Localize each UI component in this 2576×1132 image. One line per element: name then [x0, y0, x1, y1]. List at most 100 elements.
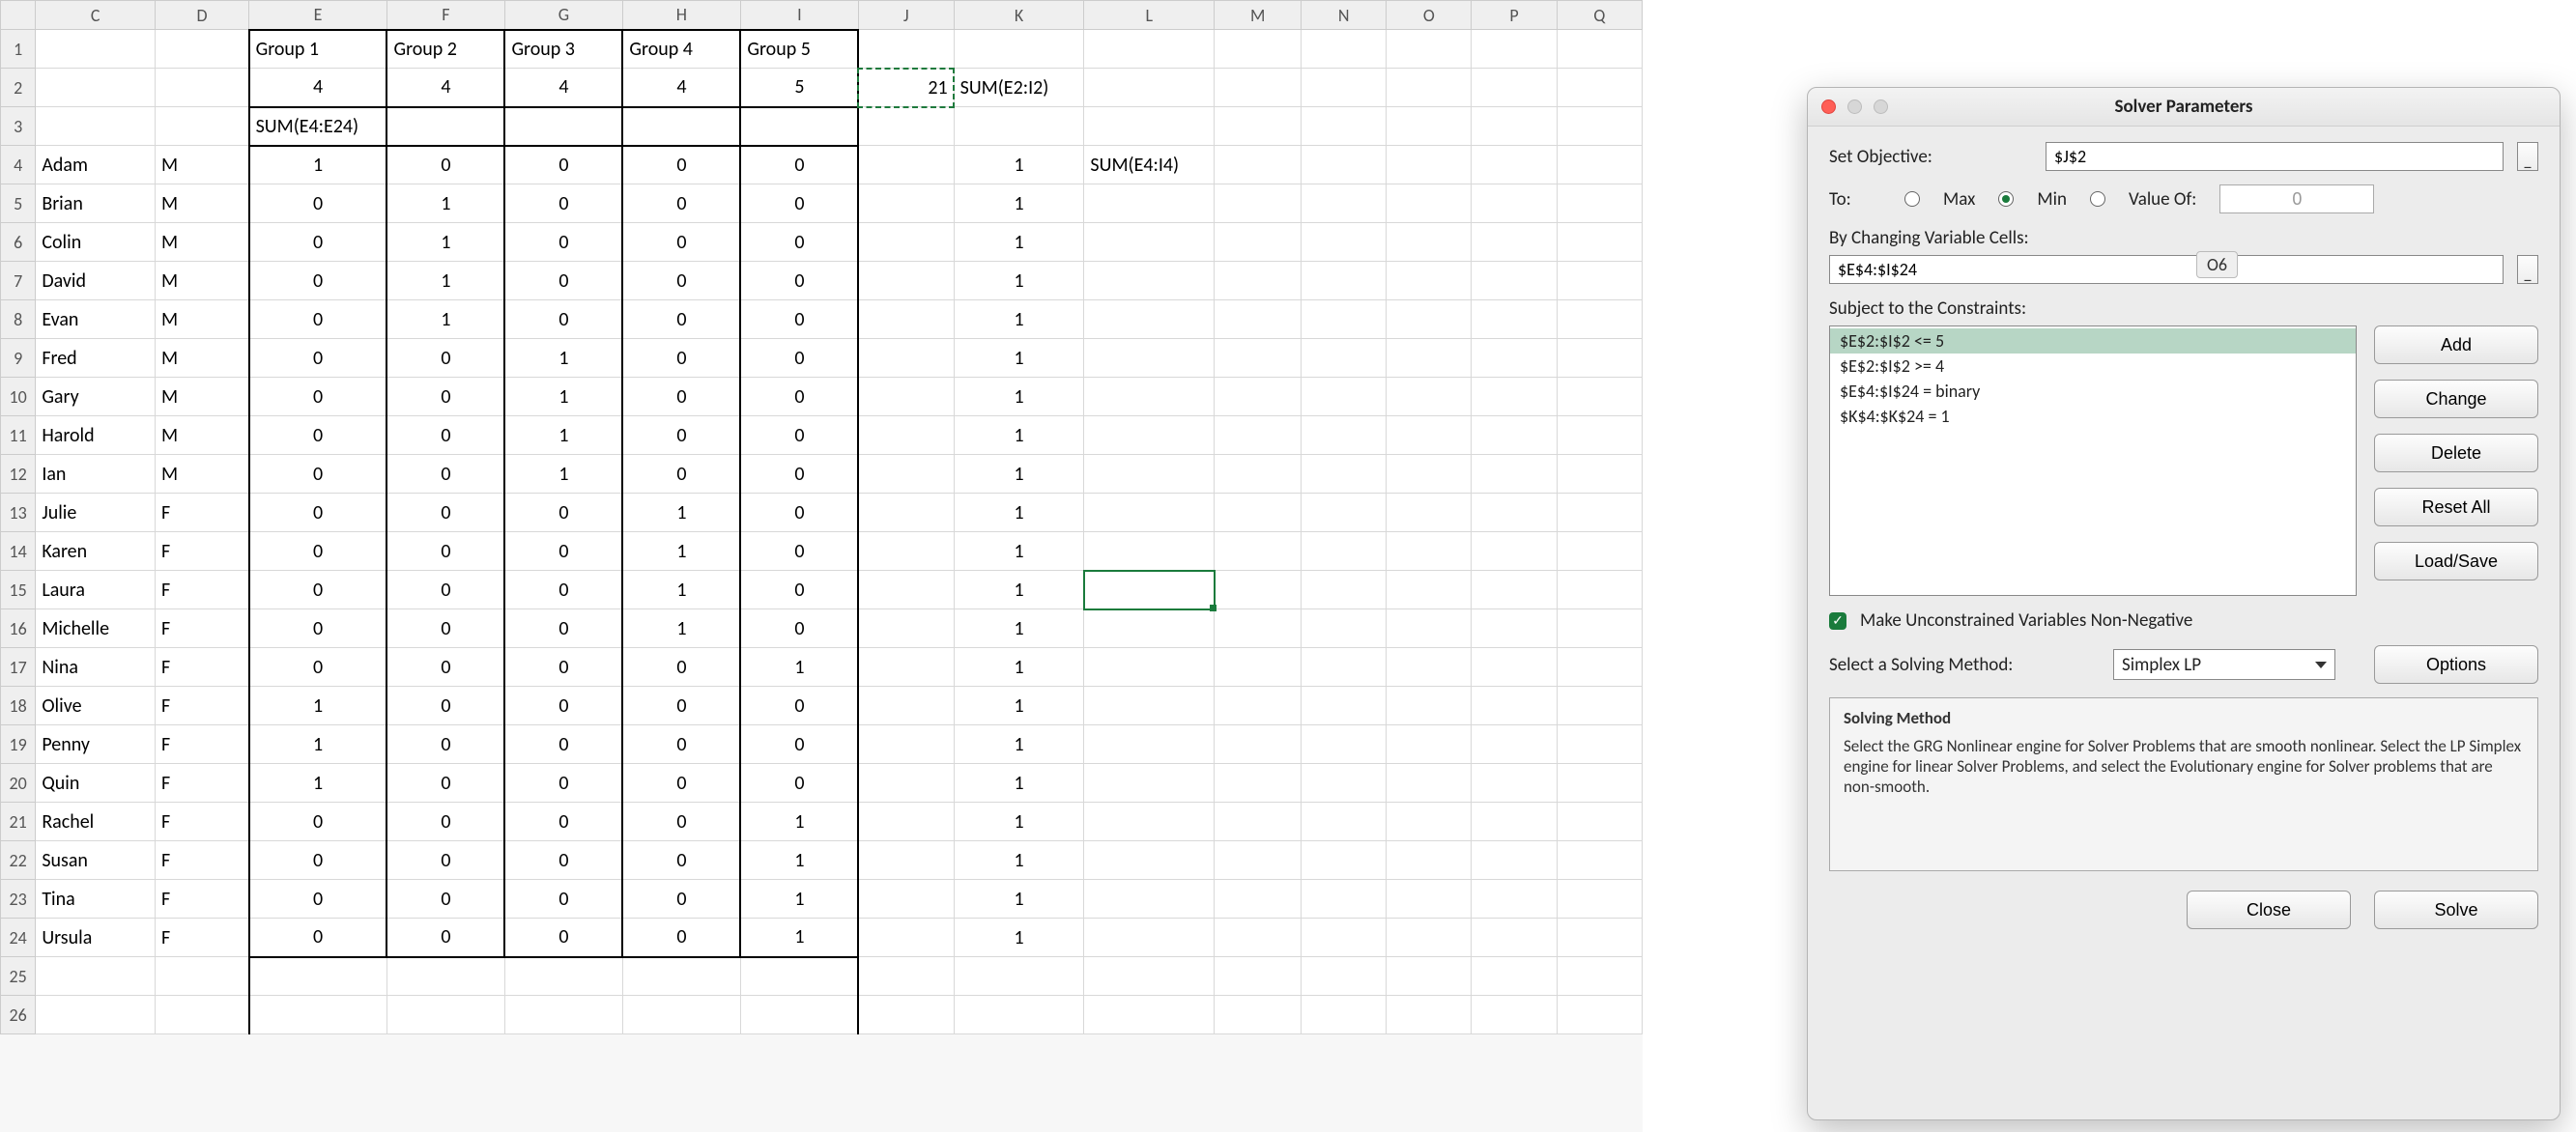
cell-F9[interactable]: 0	[386, 339, 504, 378]
cell-E20[interactable]: 1	[249, 764, 387, 803]
cell-L17[interactable]	[1084, 648, 1215, 687]
cell-M4[interactable]	[1215, 146, 1302, 184]
cell-N19[interactable]	[1302, 725, 1387, 764]
cell-C21[interactable]: Rachel	[36, 803, 156, 841]
resetall-button[interactable]: Reset All	[2374, 488, 2538, 526]
cell-C16[interactable]: Michelle	[36, 609, 156, 648]
cell-C19[interactable]: Penny	[36, 725, 156, 764]
cell-Q19[interactable]	[1557, 725, 1642, 764]
cell-D25[interactable]	[155, 957, 248, 996]
cell-J22[interactable]	[858, 841, 954, 880]
cell-L2[interactable]	[1084, 69, 1215, 107]
cell-E14[interactable]: 0	[249, 532, 387, 571]
cell-E21[interactable]: 0	[249, 803, 387, 841]
cell-N18[interactable]	[1302, 687, 1387, 725]
cell-O25[interactable]	[1387, 957, 1472, 996]
cell-G13[interactable]: 0	[504, 494, 622, 532]
cell-D14[interactable]: F	[155, 532, 248, 571]
cell-L6[interactable]	[1084, 223, 1215, 262]
cell-L12[interactable]	[1084, 455, 1215, 494]
cell-P2[interactable]	[1472, 69, 1557, 107]
cell-E8[interactable]: 0	[249, 300, 387, 339]
cell-D20[interactable]: F	[155, 764, 248, 803]
cell-N21[interactable]	[1302, 803, 1387, 841]
cell-O5[interactable]	[1387, 184, 1472, 223]
cell-O4[interactable]	[1387, 146, 1472, 184]
cell-I12[interactable]: 0	[740, 455, 858, 494]
cell-Q22[interactable]	[1557, 841, 1642, 880]
cell-Q25[interactable]	[1557, 957, 1642, 996]
cell-K7[interactable]: 1	[954, 262, 1084, 300]
cell-D24[interactable]: F	[155, 919, 248, 957]
cell-P8[interactable]	[1472, 300, 1557, 339]
cell-M16[interactable]	[1215, 609, 1302, 648]
cell-H8[interactable]: 0	[622, 300, 740, 339]
options-button[interactable]: Options	[2374, 645, 2538, 684]
cell-M8[interactable]	[1215, 300, 1302, 339]
cell-D1[interactable]	[155, 30, 248, 69]
cell-N17[interactable]	[1302, 648, 1387, 687]
cell-P16[interactable]	[1472, 609, 1557, 648]
cell-K1[interactable]	[954, 30, 1084, 69]
cell-H10[interactable]: 0	[622, 378, 740, 416]
cell-K15[interactable]: 1	[954, 571, 1084, 609]
cell-I17[interactable]: 1	[740, 648, 858, 687]
cell-K11[interactable]: 1	[954, 416, 1084, 455]
cell-C23[interactable]: Tina	[36, 880, 156, 919]
constraint-item[interactable]: $K$4:$K$24 = 1	[1830, 404, 2356, 429]
cell-G24[interactable]: 0	[504, 919, 622, 957]
cell-I16[interactable]: 0	[740, 609, 858, 648]
cell-H26[interactable]	[622, 996, 740, 1034]
cell-H6[interactable]: 0	[622, 223, 740, 262]
cell-M21[interactable]	[1215, 803, 1302, 841]
cell-Q17[interactable]	[1557, 648, 1642, 687]
cell-G10[interactable]: 1	[504, 378, 622, 416]
cell-O18[interactable]	[1387, 687, 1472, 725]
cell-M5[interactable]	[1215, 184, 1302, 223]
cell-C4[interactable]: Adam	[36, 146, 156, 184]
cell-J2[interactable]: 21	[858, 69, 954, 107]
cell-M20[interactable]	[1215, 764, 1302, 803]
cell-L1[interactable]	[1084, 30, 1215, 69]
cell-J4[interactable]	[858, 146, 954, 184]
cell-E12[interactable]: 0	[249, 455, 387, 494]
cell-N25[interactable]	[1302, 957, 1387, 996]
cell-D9[interactable]: M	[155, 339, 248, 378]
row-header-6[interactable]: 6	[1, 223, 36, 262]
cell-P25[interactable]	[1472, 957, 1557, 996]
cell-G22[interactable]: 0	[504, 841, 622, 880]
cell-M12[interactable]	[1215, 455, 1302, 494]
cell-O12[interactable]	[1387, 455, 1472, 494]
cell-G1[interactable]: Group 3	[504, 30, 622, 69]
cell-G16[interactable]: 0	[504, 609, 622, 648]
row-header-1[interactable]: 1	[1, 30, 36, 69]
cell-C7[interactable]: David	[36, 262, 156, 300]
cell-I3[interactable]	[740, 107, 858, 146]
cell-N14[interactable]	[1302, 532, 1387, 571]
cell-Q13[interactable]	[1557, 494, 1642, 532]
cell-E2[interactable]: 4	[249, 69, 387, 107]
cell-I18[interactable]: 0	[740, 687, 858, 725]
cell-K10[interactable]: 1	[954, 378, 1084, 416]
cell-E26[interactable]	[249, 996, 387, 1034]
cell-K9[interactable]: 1	[954, 339, 1084, 378]
cell-M10[interactable]	[1215, 378, 1302, 416]
cell-D6[interactable]: M	[155, 223, 248, 262]
row-header-12[interactable]: 12	[1, 455, 36, 494]
cell-O9[interactable]	[1387, 339, 1472, 378]
cell-P1[interactable]	[1472, 30, 1557, 69]
cell-C10[interactable]: Gary	[36, 378, 156, 416]
cell-F22[interactable]: 0	[386, 841, 504, 880]
col-header-O[interactable]: O	[1387, 1, 1472, 30]
cell-J15[interactable]	[858, 571, 954, 609]
close-icon[interactable]	[1821, 99, 1836, 114]
cell-N10[interactable]	[1302, 378, 1387, 416]
cell-Q2[interactable]	[1557, 69, 1642, 107]
col-header-M[interactable]: M	[1215, 1, 1302, 30]
cell-P3[interactable]	[1472, 107, 1557, 146]
row-header-2[interactable]: 2	[1, 69, 36, 107]
cell-I19[interactable]: 0	[740, 725, 858, 764]
add-button[interactable]: Add	[2374, 325, 2538, 364]
cell-G17[interactable]: 0	[504, 648, 622, 687]
col-header-F[interactable]: F	[386, 1, 504, 30]
